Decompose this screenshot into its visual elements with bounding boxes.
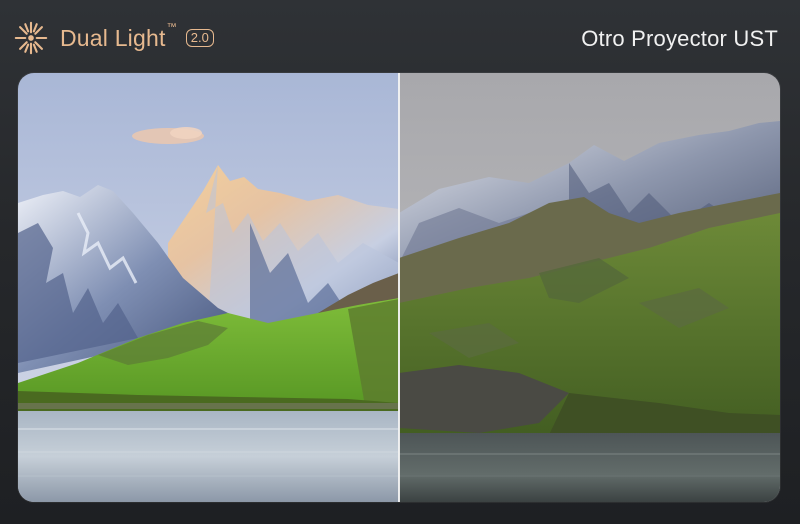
brand-name-text: Dual Light: [60, 24, 166, 51]
brand-name: Dual Light™: [60, 22, 177, 51]
comparison-image: [18, 73, 780, 502]
brand-logo: Dual Light™ 2.0: [12, 18, 214, 58]
trademark-symbol: ™: [166, 21, 177, 33]
dual-light-image: [18, 73, 399, 502]
sun-burst-icon: [14, 21, 48, 55]
comparison-divider: [398, 73, 400, 502]
other-projector-scene: [399, 73, 780, 502]
header: Dual Light™ 2.0 Otro Proyector UST: [0, 0, 800, 72]
brand-version-badge: 2.0: [185, 28, 214, 48]
comparison-label: Otro Proyector UST: [581, 26, 778, 51]
dual-light-scene: [18, 73, 399, 502]
other-projector-image: [399, 73, 780, 502]
